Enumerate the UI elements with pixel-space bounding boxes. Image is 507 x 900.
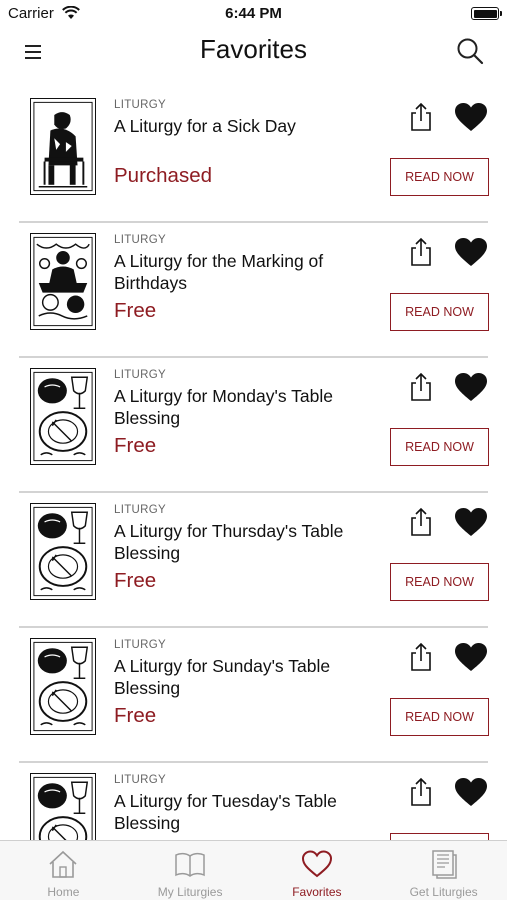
status-time: 6:44 PM [225, 5, 282, 22]
liturgy-artwork [30, 98, 96, 195]
table-blessing-illustration [33, 641, 93, 732]
price-label: Free [114, 299, 157, 322]
hamburger-menu-icon[interactable] [22, 40, 46, 64]
item-title[interactable]: A Liturgy for a Sick Day [114, 115, 344, 137]
tab-favorites[interactable]: Favorites [254, 841, 381, 900]
liturgy-artwork [30, 233, 96, 330]
list-item[interactable]: LITURGY A Liturgy for a Sick Day Purchas… [0, 88, 507, 223]
list-item[interactable]: LITURGY A Liturgy for the Marking of Bir… [0, 223, 507, 358]
heart-icon[interactable] [454, 102, 488, 132]
tab-label: Get Liturgies [409, 885, 478, 899]
share-icon[interactable] [408, 372, 434, 402]
tab-get-liturgies[interactable]: Get Liturgies [380, 841, 507, 900]
table-blessing-illustration [33, 506, 93, 597]
share-icon[interactable] [408, 102, 434, 132]
heart-icon[interactable] [454, 642, 488, 672]
tab-label: Favorites [292, 885, 342, 899]
item-category: LITURGY [114, 504, 166, 516]
read-now-button[interactable]: READ NOW [390, 428, 489, 466]
read-now-button[interactable] [390, 833, 489, 840]
item-category: LITURGY [114, 639, 166, 651]
birthday-party-illustration [33, 236, 93, 327]
read-now-button[interactable]: READ NOW [390, 158, 489, 196]
sick-man-illustration [33, 101, 93, 192]
list-item[interactable]: LITURGY A Liturgy for Thursday's Table B… [0, 493, 507, 628]
search-icon[interactable] [455, 36, 485, 66]
heart-icon[interactable] [454, 777, 488, 807]
liturgy-artwork [30, 773, 96, 840]
list-item[interactable]: LITURGY A Liturgy for Sunday's Table Ble… [0, 628, 507, 763]
read-now-button[interactable]: READ NOW [390, 698, 489, 736]
liturgy-artwork [30, 638, 96, 735]
share-icon[interactable] [408, 642, 434, 672]
price-label: Free [114, 434, 157, 457]
library-icon [431, 850, 457, 879]
status-bar: Carrier 6:44 PM [0, 0, 507, 28]
item-category: LITURGY [114, 234, 166, 246]
tab-bar: Home My Liturgies Favorites Get Liturgie… [0, 840, 507, 900]
battery-icon [471, 7, 502, 20]
heart-icon[interactable] [454, 507, 488, 537]
item-category: LITURGY [114, 99, 166, 111]
price-label: Free [114, 569, 157, 592]
book-icon [175, 852, 205, 877]
item-title[interactable]: A Liturgy for Thursday's Table Blessing [114, 520, 344, 564]
item-category: LITURGY [114, 774, 166, 786]
purchase-status: Purchased [114, 164, 213, 187]
share-icon[interactable] [408, 777, 434, 807]
liturgy-artwork [30, 368, 96, 465]
list-item[interactable]: LITURGY A Liturgy for Tuesday's Table Bl… [0, 763, 507, 840]
price-label: Free [114, 704, 157, 727]
share-icon[interactable] [408, 507, 434, 537]
tab-my-liturgies[interactable]: My Liturgies [127, 841, 254, 900]
item-title[interactable]: A Liturgy for Sunday's Table Blessing [114, 655, 344, 699]
list-item[interactable]: LITURGY A Liturgy for Monday's Table Ble… [0, 358, 507, 493]
item-title[interactable]: A Liturgy for Tuesday's Table Blessing [114, 790, 344, 834]
item-title[interactable]: A Liturgy for Monday's Table Blessing [114, 385, 344, 429]
tab-label: Home [47, 885, 80, 899]
page-title: Favorites [200, 34, 307, 64]
share-icon[interactable] [408, 237, 434, 267]
tab-label: My Liturgies [157, 885, 223, 899]
tab-home[interactable]: Home [0, 841, 127, 900]
heart-icon[interactable] [454, 372, 488, 402]
heart-icon [301, 850, 332, 878]
read-now-button[interactable]: READ NOW [390, 563, 489, 601]
nav-bar: Favorites [0, 28, 507, 76]
table-blessing-illustration [33, 776, 93, 840]
favorites-list: LITURGY A Liturgy for a Sick Day Purchas… [0, 88, 507, 840]
heart-icon[interactable] [454, 237, 488, 267]
item-title[interactable]: A Liturgy for the Marking of Birthdays [114, 250, 344, 294]
item-category: LITURGY [114, 369, 166, 381]
read-now-button[interactable]: READ NOW [390, 293, 489, 331]
liturgy-artwork [30, 503, 96, 600]
home-icon [49, 850, 77, 878]
table-blessing-illustration [33, 371, 93, 462]
